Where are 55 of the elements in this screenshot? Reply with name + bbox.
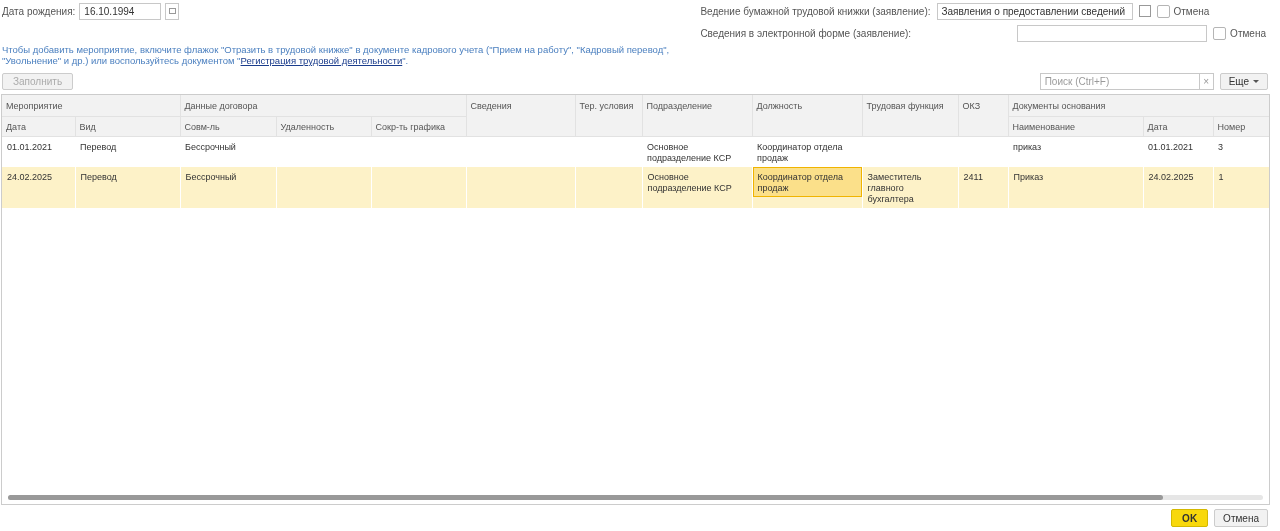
document-link[interactable]: Регистрация трудовой деятельности	[240, 55, 403, 66]
table-cell-text: 1	[1217, 170, 1225, 184]
ok-button[interactable]: OK	[1171, 509, 1209, 527]
column-header[interactable]: Мероприятие	[2, 95, 180, 116]
table-cell-text: Координатор отдела продаж	[756, 140, 844, 165]
column-header[interactable]: Данные договора	[180, 95, 467, 116]
table-cell-text: Бессрочный	[184, 140, 237, 154]
table-cell-text: 01.01.2021	[6, 140, 54, 154]
field-label: Сведения в электронной форме (заявление):	[700, 26, 912, 41]
column-header[interactable]: ОКЗ	[958, 95, 1009, 136]
table-cell-text: 24.02.2025	[6, 170, 54, 184]
column-header[interactable]: Номер	[1213, 116, 1269, 136]
table-cell-text: приказ	[1012, 140, 1043, 154]
table-cell-text: 24.02.2025	[1147, 170, 1195, 184]
table-cell-text: Приказ	[1012, 170, 1045, 184]
table-cell-text: Перевод	[79, 170, 118, 184]
table-cell-text: 2411	[962, 170, 984, 184]
column-header[interactable]: Подразделение	[642, 95, 753, 136]
select-field[interactable]: Заявления о предоставлении сведений	[936, 2, 1133, 20]
table-cell-text: Основное подразделение КСР	[646, 140, 733, 165]
checkbox-label: Отмена	[1173, 4, 1210, 19]
column-header[interactable]: Должность	[752, 95, 863, 136]
column-header[interactable]: Дата	[1143, 116, 1214, 136]
cancel-button[interactable]: Отмена	[1214, 509, 1268, 527]
table-cell-text: Перевод	[79, 140, 118, 154]
hint-text: Чтобы добавить мероприятие, включите флажок "Отразить в трудовой книжке" в документе кадрового учета ("Прием на работу", "Кадровый перевод", "Увольнение" и др.) или воспользуйтесь документом "Регистрация трудовой деятельности".	[1, 44, 671, 66]
table-cell-text: Заместитель главного бухгалтера	[866, 170, 923, 206]
column-header[interactable]: Трудовая функция	[862, 95, 959, 136]
field-label: Ведение бумажной трудовой книжки (заявление):	[700, 4, 931, 19]
field-label: Дата рождения:	[2, 4, 76, 19]
checkbox[interactable]	[1213, 26, 1227, 40]
column-header[interactable]: Совм-ль	[180, 116, 276, 136]
column-header[interactable]: Тер. условия	[575, 95, 643, 136]
table-cell-text: 3	[1217, 140, 1225, 154]
table-cell-text: Основное подразделение КСР	[646, 170, 733, 195]
table-cell-text: Бессрочный	[184, 170, 238, 184]
checkbox-label: Отмена	[1230, 26, 1266, 41]
column-header[interactable]: Дата	[2, 116, 75, 136]
column-header[interactable]: Удаленность	[276, 116, 371, 136]
more-button[interactable]: Еще	[1219, 72, 1268, 90]
date-field[interactable]: 16.10.1994	[79, 2, 162, 20]
column-header[interactable]: Наименование	[1008, 116, 1144, 136]
select-field[interactable]	[1017, 24, 1208, 42]
column-header[interactable]: Документы основания	[1008, 95, 1269, 116]
search-field[interactable]: Поиск (Ctrl+F)	[1039, 72, 1200, 90]
column-header[interactable]: Вид	[75, 116, 180, 136]
checkbox[interactable]	[1156, 4, 1170, 18]
scrollbar[interactable]	[8, 492, 1263, 502]
table-row[interactable]: 24.02.2025 Перевод Бессрочный Основное подразделение КСР Координатор отдела продаж Заместитель главного бухгалтера 2411 Приказ 24.02.2025 1	[2, 166, 1269, 208]
column-header[interactable]: Сокр-ть графика	[371, 116, 467, 136]
table-cell-text: 01.01.2021	[1147, 140, 1195, 154]
open-icon[interactable]	[1138, 5, 1151, 17]
table-cell: Координатор отдела продаж	[752, 166, 862, 197]
caret-icon	[1253, 79, 1259, 83]
calendar-icon[interactable]	[165, 2, 180, 20]
